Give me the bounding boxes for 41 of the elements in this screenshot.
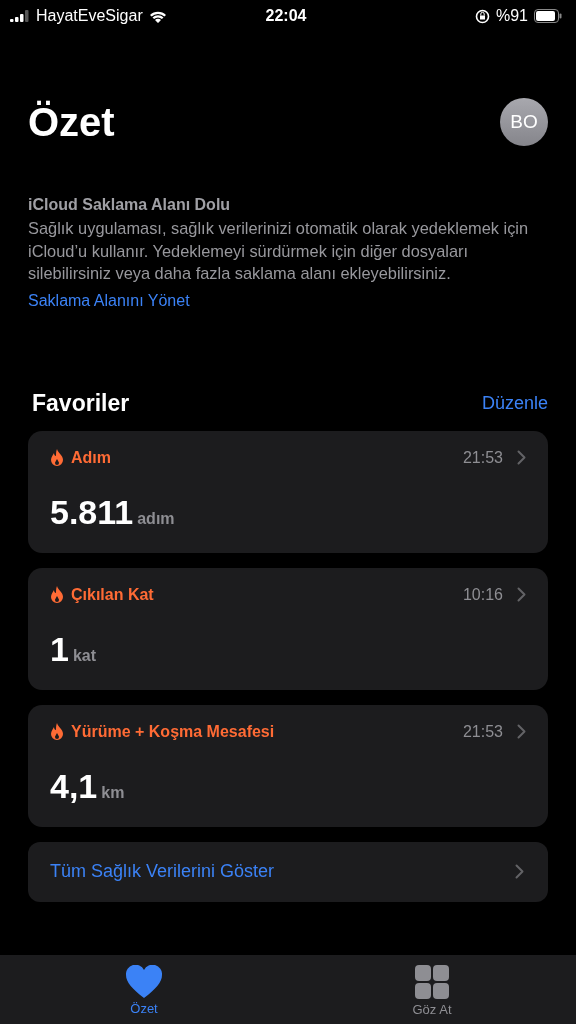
metric-label: Yürüme + Koşma Mesafesi xyxy=(71,722,275,741)
edit-link[interactable]: Düzenle xyxy=(481,392,548,414)
manage-storage-link[interactable]: Saklama Alanını Yönet xyxy=(28,291,190,310)
metric-time: 21:53 xyxy=(462,448,503,467)
page-title: Özet xyxy=(28,99,115,145)
section-title: Favoriler xyxy=(32,389,130,417)
flame-icon xyxy=(50,448,64,467)
tab-bar-item[interactable]: Özet xyxy=(0,955,288,1024)
chevron-icon xyxy=(517,587,526,602)
flame-icon xyxy=(50,722,64,741)
chevron-icon xyxy=(517,450,526,465)
chevron-icon xyxy=(515,864,524,879)
profile-avatar[interactable]: BO xyxy=(500,98,548,146)
metric-label: Çıkılan Kat xyxy=(71,585,154,604)
rotation-lock-icon xyxy=(475,8,490,24)
metric-value: 1 xyxy=(50,629,69,669)
metric-time: 21:53 xyxy=(462,722,503,741)
signal-icon xyxy=(10,10,30,22)
metric-card[interactable]: Çıkılan Kat 10:16 1 kat xyxy=(28,567,548,690)
battery-icon xyxy=(534,9,562,23)
metric-value: 5.811 xyxy=(50,492,134,532)
metric-time: 10:16 xyxy=(462,585,503,604)
tab-bar-item[interactable]: Göz At xyxy=(288,955,576,1024)
carrier-name: HayatEveSigar xyxy=(36,7,143,25)
metric-label: Adım xyxy=(71,448,111,467)
metric-card[interactable]: Yürüme + Koşma Mesafesi 21:53 4,1 km xyxy=(28,704,548,827)
wifi-icon xyxy=(148,9,167,23)
notice-title: iCloud Saklama Alanı Dolu xyxy=(28,196,232,214)
show-all-data-button[interactable]: Tüm Sağlık Verilerini Göster xyxy=(28,841,548,902)
heart-icon xyxy=(126,965,162,998)
metric-unit: km xyxy=(101,783,125,802)
metric-unit: kat xyxy=(72,646,97,665)
grid-icon xyxy=(415,965,449,999)
metric-value: 4,1 xyxy=(50,766,98,806)
flame-icon xyxy=(50,585,64,604)
clock-time: 22:04 xyxy=(265,7,307,25)
chevron-icon xyxy=(517,724,526,739)
battery-percent: %91 xyxy=(496,7,528,25)
metric-card[interactable]: Adım 21:53 5.811 adım xyxy=(28,430,548,553)
metric-unit: adım xyxy=(137,509,175,528)
notice-text: Sağlık uygulaması, sağlık verilerinizi otomatik olarak yedeklemek için iCloud’u kullanır. Yedeklemeyi sürdürmek için diğer dosyaları silebilirsiniz veya daha fazla saklama alanı ekleyebilirsiniz. xyxy=(28,218,530,284)
